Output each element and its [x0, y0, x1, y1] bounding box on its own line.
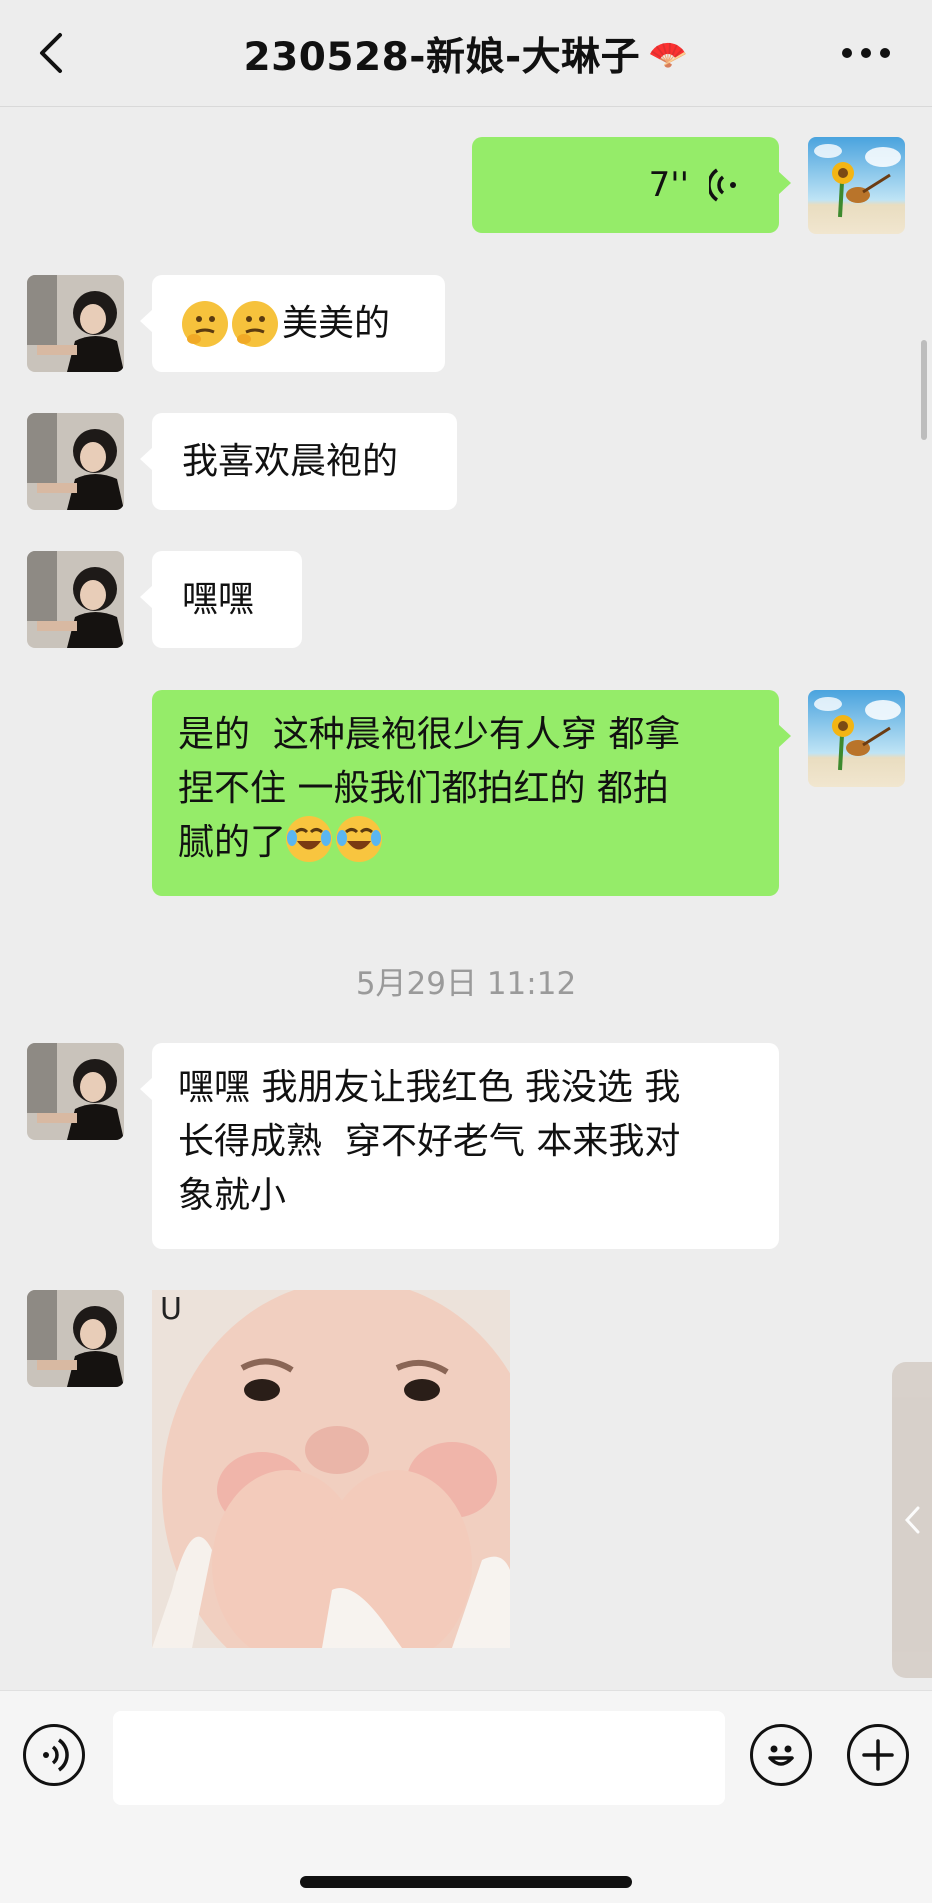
- friend-avatar[interactable]: [27, 1290, 124, 1387]
- chat-title: 230528-新娘-大琳子: [243, 35, 641, 80]
- more-functions-button[interactable]: [847, 1724, 909, 1786]
- side-panel-tab[interactable]: [892, 1362, 932, 1678]
- friend-avatar-image: [27, 1290, 124, 1387]
- tears-of-joy-icon: [336, 816, 383, 862]
- voice-wave-icon: [43, 1738, 69, 1772]
- home-indicator[interactable]: [300, 1876, 632, 1888]
- voice-message-bubble[interactable]: 7'': [472, 137, 791, 233]
- friend-avatar[interactable]: [27, 413, 124, 510]
- more-dots-icon: [842, 48, 890, 58]
- emoji-button[interactable]: [750, 1724, 812, 1786]
- friend-avatar[interactable]: [27, 275, 124, 372]
- message-bubble[interactable]: 美美的: [140, 275, 445, 372]
- friend-avatar[interactable]: [27, 551, 124, 648]
- sunflower-guitar-avatar-image: [808, 690, 905, 787]
- timestamp: 5月29日 11:12: [355, 966, 577, 1002]
- thinking-face-icon: [182, 300, 228, 347]
- message-bubble[interactable]: 是的 这种晨袍很少有人穿 都拿 捏不住 一般我们都拍红的 都拍 腻的了: [152, 690, 791, 896]
- friend-avatar[interactable]: [27, 1043, 124, 1140]
- sticker-message[interactable]: U: [152, 1290, 510, 1648]
- input-bar: [0, 1690, 932, 1903]
- chevron-left-icon: [904, 1506, 920, 1534]
- smiley-face-icon: [768, 1745, 794, 1766]
- friend-avatar-image: [27, 413, 124, 510]
- voice-input-button[interactable]: [23, 1724, 85, 1786]
- voice-duration: 7'': [648, 165, 689, 205]
- more-button[interactable]: [836, 36, 896, 70]
- friend-avatar-image: [27, 551, 124, 648]
- my-avatar[interactable]: [808, 690, 905, 787]
- friend-avatar-image: [27, 275, 124, 372]
- plus-icon: [862, 1739, 894, 1771]
- message-line: 是的 这种晨袍很少有人穿 都拿: [178, 714, 681, 755]
- message-bubble[interactable]: 嘿嘿 我朋友让我红色 我没选 我 长得成熟 穿不好老气 本来我对 象就小: [140, 1043, 779, 1249]
- chat-header: 230528-新娘-大琳子 🪭: [0, 0, 932, 107]
- scrollbar[interactable]: [921, 340, 927, 440]
- message-text: 美美的: [282, 302, 391, 344]
- friend-avatar-image: [27, 1043, 124, 1140]
- baby-sticker-image: [152, 1290, 510, 1648]
- sunflower-guitar-avatar-image: [808, 137, 905, 234]
- chevron-left-icon: [40, 33, 62, 73]
- chat-title-wrap: 230528-新娘-大琳子 🪭: [200, 24, 732, 84]
- message-text: 嘿嘿: [182, 578, 255, 620]
- back-button[interactable]: [30, 30, 70, 76]
- tears-of-joy-icon: [286, 816, 333, 862]
- message-line: 长得成熟 穿不好老气 本来我对: [178, 1121, 681, 1162]
- message-line: 象就小: [178, 1175, 287, 1216]
- voice-wave-icon: [709, 168, 736, 202]
- message-bubble[interactable]: 我喜欢晨袍的: [140, 413, 457, 510]
- message-line: 腻的了: [178, 822, 287, 863]
- sticker-glyph: U: [160, 1292, 182, 1327]
- my-avatar[interactable]: [808, 137, 905, 234]
- thinking-face-icon: [232, 300, 278, 347]
- message-line: 嘿嘿 我朋友让我红色 我没选 我: [178, 1067, 681, 1108]
- message-line: 捏不住 一般我们都拍红的 都拍: [178, 768, 669, 809]
- message-bubble[interactable]: 嘿嘿: [140, 551, 302, 648]
- title-decoration: 🪭: [648, 35, 689, 73]
- message-input[interactable]: [113, 1711, 725, 1805]
- message-text: 我喜欢晨袍的: [182, 440, 399, 482]
- message-last-line: 腻的了: [178, 816, 753, 870]
